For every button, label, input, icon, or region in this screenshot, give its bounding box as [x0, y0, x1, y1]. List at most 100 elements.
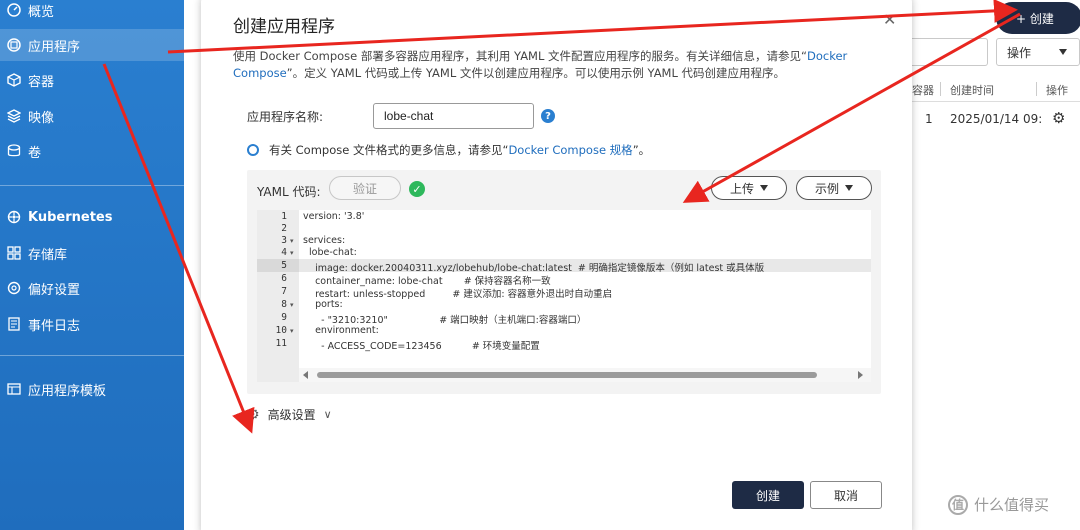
log-icon: [6, 316, 22, 332]
description-text: ”。定义 YAML 代码或上传 YAML 文件以创建应用程序。可以使用示例 YA…: [286, 66, 786, 80]
description-text: 使用 Docker Compose 部署多容器应用程序，其利用 YAML 文件配…: [233, 49, 807, 63]
sidebar-item-kubernetes[interactable]: Kubernetes: [0, 201, 184, 233]
chevron-down-icon: [1059, 49, 1067, 55]
app-name-label: 应用程序名称:: [247, 110, 324, 124]
sidebar-item-label: 偏好设置: [28, 282, 81, 298]
code-line: ports:: [303, 299, 343, 310]
sidebar-item-label: 映像: [28, 110, 55, 126]
fold-icon[interactable]: ▾: [290, 301, 294, 309]
settings-icon: [6, 280, 22, 296]
dialog-description: 使用 Docker Compose 部署多容器应用程序，其利用 YAML 文件配…: [233, 48, 893, 82]
operations-select[interactable]: 操作: [996, 38, 1080, 66]
kubernetes-icon: [6, 209, 22, 225]
search-input[interactable]: [912, 38, 988, 66]
gear-icon[interactable]: ⚙: [1052, 109, 1065, 127]
sidebar-item-volumes[interactable]: 卷: [0, 135, 184, 167]
create-button[interactable]: 创建: [732, 481, 804, 509]
column-header-containers: 容器: [912, 84, 934, 97]
overview-icon: [6, 2, 22, 18]
line-number: 8: [281, 299, 287, 310]
scrollbar-thumb[interactable]: [317, 372, 817, 378]
apps-icon: [6, 37, 22, 53]
line-number: 9: [281, 312, 287, 323]
line-number: 11: [275, 338, 287, 349]
advanced-settings-toggle[interactable]: ⚙ 高级设置 ∨: [247, 406, 332, 423]
advanced-settings-label: 高级设置: [267, 408, 316, 422]
code-line: lobe-chat:: [303, 247, 357, 258]
chevron-down-icon: [845, 185, 853, 191]
fold-icon[interactable]: ▾: [290, 327, 294, 335]
watermark-text: 什么值得买: [974, 496, 1050, 514]
horizontal-scrollbar[interactable]: [299, 368, 871, 382]
sidebar-item-preferences[interactable]: 偏好设置: [0, 272, 184, 304]
sidebar: 概览 应用程序 容器 映像 卷 Kubernetes 存储库 偏好设置 事件日志…: [0, 0, 184, 530]
fold-icon[interactable]: ▾: [290, 237, 294, 245]
create-app-button[interactable]: + 创建: [996, 2, 1080, 34]
create-app-dialog: 创建应用程序 ✕ 使用 Docker Compose 部署多容器应用程序，其利用…: [201, 0, 912, 530]
sidebar-item-label: 容器: [28, 74, 55, 90]
line-number: 1: [281, 211, 287, 222]
upload-button[interactable]: 上传: [711, 176, 787, 200]
code-line: services:: [303, 235, 346, 246]
example-button[interactable]: 示例: [796, 176, 872, 200]
close-icon[interactable]: ✕: [883, 10, 896, 29]
upload-button-label: 上传: [729, 181, 754, 196]
scroll-left-icon[interactable]: [303, 371, 308, 379]
line-number: 7: [281, 286, 287, 297]
sidebar-item-repository[interactable]: 存储库: [0, 237, 184, 269]
line-number: 6: [281, 273, 287, 284]
sidebar-item-event-log[interactable]: 事件日志: [0, 308, 184, 340]
scroll-right-icon[interactable]: [858, 371, 863, 379]
volume-icon: [6, 143, 22, 159]
sidebar-item-label: 卷: [28, 145, 42, 161]
column-header-actions: 操作: [1046, 84, 1068, 97]
watermark: 值 什么值得买: [948, 494, 1049, 515]
help-icon[interactable]: ?: [541, 109, 555, 123]
sidebar-item-overview[interactable]: 概览: [0, 0, 184, 26]
sidebar-item-label: 应用程序: [28, 39, 81, 55]
cell-created: 2025/01/14 09:: [950, 112, 1043, 126]
sidebar-item-label: 存储库: [28, 247, 68, 263]
code-line: version: '3.8': [303, 211, 365, 222]
table-row[interactable]: 1 2025/01/14 09: ⚙: [912, 104, 1080, 134]
yaml-panel: YAML 代码: 验证 ✓ 上传 示例 1 2 3 ▾ 4 ▾ 5 6 7 8 …: [247, 170, 881, 394]
table-header: 容器 创建时间 操作: [912, 76, 1080, 102]
code-line: - "3210:3210" # 端口映射（主机端口:容器端口）: [303, 315, 587, 326]
container-icon: [6, 72, 22, 88]
line-number: 3: [281, 235, 287, 246]
dialog-title: 创建应用程序: [233, 17, 335, 37]
fold-icon[interactable]: ▾: [290, 249, 294, 257]
sidebar-item-images[interactable]: 映像: [0, 100, 184, 132]
sidebar-item-apps[interactable]: 应用程序: [0, 29, 184, 61]
cancel-button[interactable]: 取消: [810, 481, 882, 509]
compose-info: 有关 Compose 文件格式的更多信息，请参见“ Docker Compose …: [247, 142, 650, 158]
line-number: 5: [281, 260, 287, 271]
app-name-input[interactable]: lobe-chat: [373, 103, 534, 129]
sidebar-divider: [0, 355, 184, 356]
verify-button[interactable]: 验证: [329, 176, 401, 200]
template-icon: [6, 381, 22, 397]
operations-select-label: 操作: [1007, 45, 1032, 60]
code-line: container_name: lobe-chat # 保持容器名称一致: [303, 276, 551, 287]
watermark-logo-icon: 值: [948, 494, 968, 515]
line-number: 10: [275, 325, 287, 336]
gear-icon: ⚙: [247, 406, 260, 423]
info-icon: [247, 144, 259, 156]
example-button-label: 示例: [814, 181, 839, 196]
info-text: 有关 Compose 文件格式的更多信息，请参见“: [269, 143, 509, 157]
code-line: - ACCESS_CODE=123456 # 环境变量配置: [303, 341, 540, 352]
info-text-end: ”。: [632, 143, 651, 157]
line-number: 4: [281, 247, 287, 258]
chevron-down-icon: [760, 185, 768, 191]
sidebar-divider: [0, 185, 184, 186]
sidebar-item-label: 概览: [28, 4, 55, 20]
sidebar-item-app-templates[interactable]: 应用程序模板: [0, 373, 184, 405]
code-line: environment:: [303, 325, 379, 336]
yaml-label: YAML 代码:: [257, 185, 321, 199]
yaml-editor[interactable]: 1 2 3 ▾ 4 ▾ 5 6 7 8 ▾ 9 10 ▾ 11 version:…: [257, 210, 871, 382]
compose-spec-link[interactable]: Docker Compose 规格: [508, 142, 632, 158]
code-line: restart: unless-stopped # 建议添加: 容器意外退出时自…: [303, 289, 613, 300]
repository-icon: [6, 245, 22, 261]
check-icon: ✓: [409, 181, 425, 197]
sidebar-item-containers[interactable]: 容器: [0, 64, 184, 96]
